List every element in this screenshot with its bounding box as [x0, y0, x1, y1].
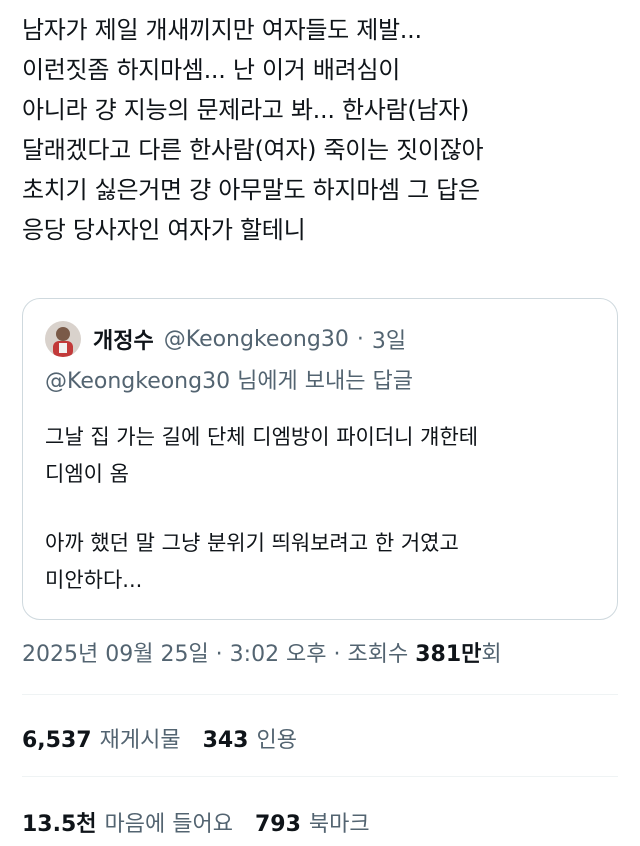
divider — [22, 694, 618, 695]
stats-row-shares: 6,537 재게시물 343 인용 — [22, 722, 319, 754]
avatar[interactable] — [45, 321, 81, 357]
quoted-text-line: 그날 집 가는 길에 단체 디엠방이 파이더니 걔한테 — [45, 425, 479, 449]
bookmark-count[interactable]: 793 — [255, 812, 301, 837]
quoted-tweet-time[interactable]: 3일 — [372, 323, 406, 355]
tweet-text-line: 응당 당사자인 여자가 할테니 — [22, 216, 306, 244]
tweet-text-line: 남자가 제일 개새끼지만 여자들도 제발... — [22, 16, 422, 44]
separator-dot: · — [356, 326, 364, 352]
quoted-text-line: 디엠이 옴 — [45, 462, 129, 486]
quoted-tweet-text: 그날 집 가는 길에 단체 디엠방이 파이더니 걔한테 디엠이 옴 아까 했던 … — [45, 419, 605, 599]
quoted-text-line: 아까 했던 말 그냥 분위기 띄워보려고 한 거였고 — [45, 531, 459, 555]
tweet-timestamp[interactable]: 2025년 09월 25일 · 3:02 오후 · 조회수 — [22, 642, 415, 667]
reply-to-label: @Keongkeong30 님에게 보내는 답글 — [45, 369, 413, 394]
quote-count[interactable]: 343 — [203, 728, 249, 753]
tweet-text-line: 이런짓좀 하지마셈... 난 이거 배려심이 — [22, 56, 401, 84]
stats-row-likes: 13.5천 마음에 들어요 793 북마크 — [22, 806, 392, 838]
view-count: 381만 — [415, 642, 482, 667]
quoted-author-handle[interactable]: @Keongkeong30 — [164, 327, 349, 352]
retweet-label[interactable]: 재게시물 — [100, 722, 181, 754]
tweet-text-line: 아니라 걍 지능의 문제라고 봐... 한사람(남자) — [22, 96, 470, 124]
quoted-text-line: 미안하다... — [45, 568, 143, 592]
tweet-text-line: 달래겠다고 다른 한사람(여자) 죽이는 짓이잖아 — [22, 136, 484, 164]
retweet-count[interactable]: 6,537 — [22, 728, 92, 753]
like-label[interactable]: 마음에 들어요 — [105, 806, 233, 838]
quoted-tweet-card[interactable]: 개정수 @Keongkeong30 · 3일 @Keongkeong30 님에게… — [22, 298, 618, 620]
quote-label[interactable]: 인용 — [257, 722, 297, 754]
divider — [22, 776, 618, 777]
quoted-author-name[interactable]: 개정수 — [93, 323, 154, 355]
bookmark-label[interactable]: 북마크 — [309, 806, 370, 838]
like-count[interactable]: 13.5천 — [22, 806, 97, 838]
tweet-text: 남자가 제일 개새끼지만 여자들도 제발... 이런짓좀 하지마셈... 난 이… — [22, 10, 622, 250]
view-count-suffix: 회 — [481, 642, 502, 667]
quoted-tweet-header: 개정수 @Keongkeong30 · 3일 — [45, 319, 406, 359]
tweet-meta: 2025년 09월 25일 · 3:02 오후 · 조회수 381만회 — [22, 636, 502, 668]
tweet-text-line: 초치기 싫은거면 걍 아무말도 하지마셈 그 답은 — [22, 176, 480, 204]
